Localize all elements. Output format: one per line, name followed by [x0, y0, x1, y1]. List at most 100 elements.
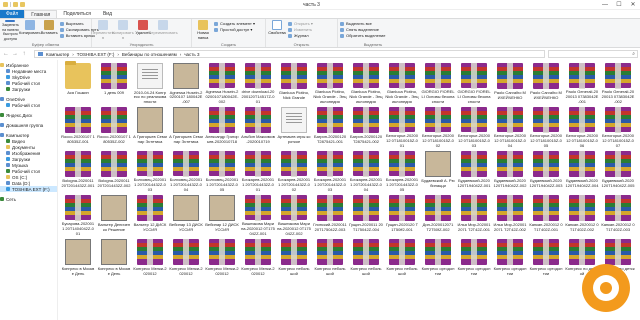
file-item[interactable]: Артемьев игры короткое [276, 104, 312, 148]
file-item[interactable]: Paolo Carvalho МИХЕЙЧЕНКО [492, 60, 528, 104]
file-item[interactable]: Конгресс ортодонтии [456, 236, 492, 280]
file-item[interactable]: А Григорьев Семинар Эстетика [168, 104, 204, 148]
file-item[interactable]: Илья Мир-2020012071 T2T42Z-002 [492, 192, 528, 236]
file-item[interactable]: Болховец-2020011 20T2014432Z-005 [204, 148, 240, 192]
new-folder-button[interactable]: Новая папка [194, 20, 212, 41]
file-item[interactable]: Белогорье-2020012 0T1810015Z-003 [456, 104, 492, 148]
address-bar[interactable]: Компьютер › TOSHIBA EXT (F:) › Вебинары по… [34, 50, 545, 58]
file-item[interactable]: Конгресс Мелки-2020012 [132, 236, 168, 280]
copy-button[interactable]: Копировать [19, 20, 41, 41]
back-icon[interactable]: ← [3, 51, 9, 57]
file-item[interactable]: Дин-2020012071 T2T50fZ-002 [420, 192, 456, 236]
nav-item[interactable]: Сеть [0, 196, 57, 202]
new-item-button[interactable]: Создать элемент ▾ [214, 21, 255, 26]
breadcrumb-2[interactable]: Вебинары по отношениям [122, 52, 177, 57]
file-item[interactable]: Paolo Generali-2020013 07383042E-001 [564, 60, 600, 104]
file-item[interactable]: Бочкарев-2020011 20T2014432Z-002 [276, 148, 312, 192]
file-item[interactable]: Болховец-2020011 20T2014432Z-004 [168, 148, 204, 192]
folder-icon[interactable] [3, 2, 8, 7]
file-item[interactable]: Капкан-2020012 0T1T402Z-003 [600, 192, 636, 236]
select-none-button[interactable]: Снять выделение [340, 27, 386, 32]
maximize-button[interactable]: ☐ [612, 0, 626, 10]
file-item[interactable]: Багрин-20200120 T2875421-002 [348, 104, 384, 148]
file-item[interactable]: Бочкарев-2020011 20T2014432Z-004 [348, 148, 384, 192]
move-to-button[interactable]: Переместить в [91, 20, 115, 41]
file-item[interactable]: Белогорье-2020012 0T1810015Z-005 [528, 104, 564, 148]
select-all-button[interactable]: Выделить все [340, 21, 386, 26]
file-item[interactable]: Вальтер 12 ДИСКУССИЯ [132, 192, 168, 236]
file-item[interactable]: Бочкарев-2020011 20T2014432Z-005 [384, 148, 420, 192]
breadcrumb-3[interactable]: часть 3 [184, 52, 199, 57]
minimize-button[interactable]: — [598, 0, 612, 10]
file-item[interactable]: Белогорье-2020012 0T1810015Z-004 [492, 104, 528, 148]
file-item[interactable]: Вальтер Дениченко Решение [96, 192, 132, 236]
file-item[interactable]: Гущин-2020120 T1T50ff2-001 [384, 192, 420, 236]
file-item[interactable]: GIORGIO FIORELLI Основы безопасности [420, 60, 456, 104]
file-item[interactable]: Болховец-2020011 20T2014432Z-003 [132, 148, 168, 192]
pin-button[interactable]: Закрепить на панели быстрого доступа [2, 20, 19, 41]
file-item[interactable]: Белогорье-2020012 0T1810015Z-002 [420, 104, 456, 148]
file-item[interactable]: Конгресс небольшой [384, 236, 420, 280]
tab-home[interactable]: Главная [24, 10, 58, 18]
file-item[interactable]: Agnessa Husein-20200107 180042E-007 [168, 60, 204, 104]
file-item[interactable]: Ася Гошкин [60, 60, 96, 104]
tab-share[interactable]: Поделиться [57, 10, 97, 18]
file-item[interactable]: Илья Мир-2020012071 T2T42Z-001 [456, 192, 492, 236]
file-item[interactable]: Вишнякова Марина-2020012 0T175042Z-001 [240, 192, 276, 236]
file-item[interactable]: Будаевский-2020 120T194042Z-002 [492, 148, 528, 192]
file-item[interactable]: Гущин-2020011 20T175042Z-004 [348, 192, 384, 236]
file-item[interactable]: Белогорье-2020012 0T1810015Z-006 [564, 104, 600, 148]
file-item[interactable]: Глинский-2020011 20T175042Z-003 [312, 192, 348, 236]
file-item[interactable]: Конгресс в Москве День [96, 236, 132, 280]
file-item[interactable]: Paolo Generali-2020013 07383042E-002 [600, 60, 636, 104]
properties-button[interactable]: Свойства [268, 20, 286, 41]
file-item[interactable]: GIORGIO FIORELLI Основы безопасности [456, 60, 492, 104]
search-input[interactable]: ⌕ [548, 50, 638, 58]
file-item[interactable]: Paolo Carvalho МИХЕЙЧЕНКО [528, 60, 564, 104]
file-item[interactable]: Rocco-20200107 180535Z-002 [96, 104, 132, 148]
file-item[interactable]: Конгресс ортодонтии [528, 236, 564, 280]
properties-icon[interactable] [13, 2, 18, 7]
file-item[interactable]: Бочкарев-2020011 20T2014432Z-003 [312, 148, 348, 192]
file-item[interactable]: Будаевский-2020 120T194042Z-005 [600, 148, 636, 192]
tab-file[interactable]: Файл [0, 10, 25, 18]
file-item[interactable]: Капкан-2020012 0T1T402Z-001 [528, 192, 564, 236]
file-item[interactable]: Вебинар 12 ДИСКУССИЯ [204, 192, 240, 236]
file-item[interactable]: Agnessa Husein-20200107180042E-002 [204, 60, 240, 104]
file-item[interactable]: Bologna-2020011 20T2014432Z-001 [60, 148, 96, 192]
file-item[interactable]: Конгресс в Москве День [60, 236, 96, 280]
copy-to-button[interactable]: Копировать в [112, 20, 134, 41]
file-item[interactable]: Бочкарев-2020011 20T2014432Z-001 [240, 148, 276, 192]
file-item[interactable]: Багрин-20200120 T2875421-001 [312, 104, 348, 148]
file-item[interactable]: Капкан-2020012 0T1T402Z-002 [564, 192, 600, 236]
history-button[interactable]: Журнал [288, 33, 313, 38]
file-item[interactable]: 1 день 009 [96, 60, 132, 104]
paste-button[interactable]: Вставить [41, 20, 58, 41]
file-item[interactable]: Будаевский-2020 120T194042Z-001 [456, 148, 492, 192]
file-item[interactable]: Будаевский-2020 120T194042Z-004 [564, 148, 600, 192]
file-item[interactable]: Gianluca Plotino, Nick Grande - Энциклоп… [384, 60, 420, 104]
file-item[interactable]: 2010-04-24 Конгресс по реализованности [132, 60, 168, 104]
file-item[interactable]: Вебинар 13 ДИСКУССИЯ [168, 192, 204, 236]
file-item[interactable]: Gianluca Plotino, Nick Grande - Энциклоп… [312, 60, 348, 104]
file-item[interactable]: Rocco-20200107 180535Z-001 [60, 104, 96, 148]
file-item[interactable]: Вишнякова Марина-2020012 0T175042Z-002 [276, 192, 312, 236]
file-item[interactable]: Конгресс небольшой [348, 236, 384, 280]
open-button[interactable]: Открыть ▾ [288, 21, 313, 26]
file-item[interactable]: Конгресс ортодонтии [492, 236, 528, 280]
easy-access-button[interactable]: Простой доступ ▾ [214, 27, 255, 32]
file-item[interactable]: Конгресс Мелки-2020012 [168, 236, 204, 280]
breadcrumb-1[interactable]: TOSHIBA EXT (F:) [77, 52, 115, 57]
file-item[interactable]: Будаевский-2020 120T194042Z-003 [528, 148, 564, 192]
file-item[interactable]: Белогорье-2020012 0T1810015Z-007 [600, 104, 636, 148]
tab-view[interactable]: Вид [97, 10, 118, 18]
forward-icon[interactable]: → [12, 51, 18, 57]
file-item[interactable]: Конгресс Мелки-2020012 [240, 236, 276, 280]
file-item[interactable]: Белогорье-2020012 0T1810015Z-001 [384, 104, 420, 148]
file-item[interactable]: Конгресс небольшой [312, 236, 348, 280]
up-icon[interactable]: ↑ [21, 51, 27, 57]
file-item[interactable]: Конгресс небольшой [276, 236, 312, 280]
file-item[interactable]: А Григорьев Семинар Эстетика [132, 104, 168, 148]
rename-button[interactable]: Переименовать [148, 20, 178, 41]
close-button[interactable]: ✕ [626, 0, 640, 10]
